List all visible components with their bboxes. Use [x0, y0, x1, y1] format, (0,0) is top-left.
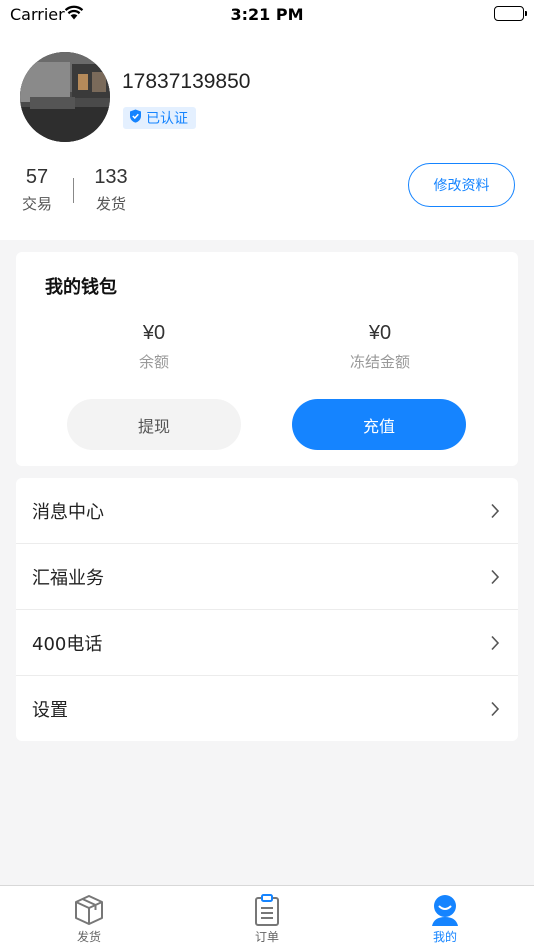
- balance-label: 余额: [138, 353, 169, 371]
- menu-item-business[interactable]: 汇福业务: [16, 544, 518, 610]
- stat-divider: [73, 178, 74, 203]
- tab-bar: 发货 订单 我的: [0, 885, 534, 950]
- chevron-right-icon: [490, 569, 500, 590]
- frozen-label: 冻结金额: [349, 353, 410, 371]
- verified-badge: 已认证: [123, 107, 196, 129]
- stat-shipments-value: 133: [94, 166, 128, 188]
- user-phone: 17837139850: [122, 70, 251, 93]
- status-bar: Carrier 3:21 PM: [0, 0, 534, 30]
- frozen-amount: ¥0: [368, 322, 392, 344]
- tab-label: 我的: [432, 930, 457, 944]
- clock: 3:21 PM: [230, 5, 304, 24]
- menu-item-label: 设置: [32, 700, 68, 721]
- chevron-right-icon: [490, 701, 500, 722]
- tab-orders[interactable]: 订单: [178, 886, 356, 950]
- stat-shipments-label: 发货: [95, 195, 126, 213]
- balance-amount: ¥0: [142, 322, 166, 344]
- menu-item-messages[interactable]: 消息中心: [16, 478, 518, 544]
- menu-item-hotline[interactable]: 400电话: [16, 610, 518, 676]
- edit-profile-button[interactable]: 修改资料: [408, 163, 515, 207]
- menu-list: 消息中心 汇福业务 400电话 设置: [16, 478, 518, 741]
- tab-label: 订单: [254, 930, 279, 944]
- profile-header: 17837139850 已认证 57 交易 133 发货 修改资料: [0, 30, 534, 240]
- wallet-title: 我的钱包: [45, 277, 117, 298]
- recharge-button[interactable]: 充值: [292, 399, 466, 450]
- stat-trades-value: 57: [25, 166, 49, 188]
- wallet-card: 我的钱包 ¥0 余额 ¥0 冻结金额 提现 充值: [16, 252, 518, 466]
- wallet-balance: ¥0 余额: [74, 322, 234, 372]
- box-icon: [0, 893, 178, 927]
- verified-label: 已认证: [146, 111, 188, 127]
- tab-me[interactable]: 我的: [356, 886, 534, 950]
- avatar[interactable]: [20, 52, 110, 142]
- menu-item-label: 汇福业务: [32, 567, 104, 589]
- stat-trades[interactable]: 57 交易: [17, 166, 57, 214]
- stat-shipments[interactable]: 133 发货: [90, 166, 132, 214]
- shield-check-icon: [129, 109, 142, 127]
- clipboard-icon: [178, 893, 356, 927]
- wallet-frozen: ¥0 冻结金额: [300, 322, 460, 372]
- chevron-right-icon: [490, 635, 500, 656]
- user-icon: [356, 893, 534, 927]
- tab-ship[interactable]: 发货: [0, 886, 178, 950]
- menu-item-label: 400电话: [32, 633, 103, 655]
- tab-label: 发货: [76, 930, 101, 944]
- chevron-right-icon: [490, 503, 500, 524]
- withdraw-button[interactable]: 提现: [67, 399, 241, 450]
- battery-icon: [494, 6, 527, 21]
- menu-item-label: 消息中心: [32, 501, 104, 523]
- stat-trades-label: 交易: [21, 195, 52, 213]
- menu-item-settings[interactable]: 设置: [16, 676, 518, 741]
